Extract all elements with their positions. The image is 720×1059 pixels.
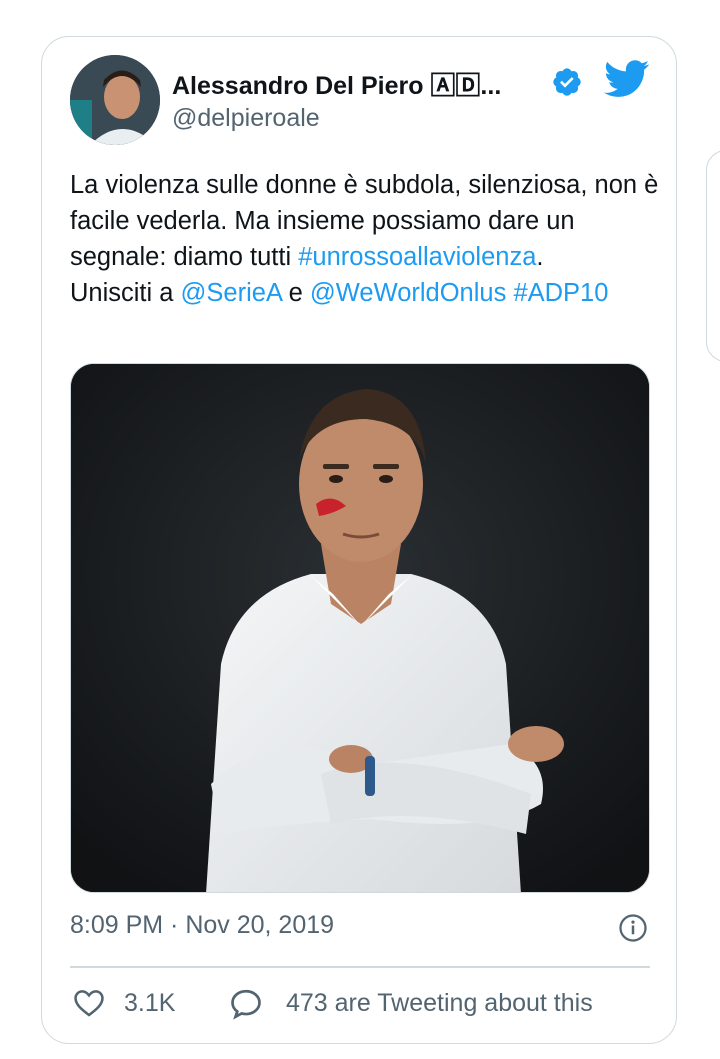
mention-link[interactable]: @SerieA <box>181 279 282 307</box>
like-count[interactable]: 3.1K <box>124 989 175 1018</box>
tweeting-count[interactable]: 473 are Tweeting about this <box>286 989 593 1018</box>
heart-icon[interactable] <box>72 986 106 1020</box>
avatar[interactable] <box>70 55 160 145</box>
author-name[interactable]: Alessandro Del Piero 🄰🄳... <box>172 66 501 102</box>
tweet-text-prefix: Unisciti a <box>70 279 181 307</box>
mention-link[interactable]: @WeWorldOnlus <box>310 279 506 307</box>
adjacent-card-edge <box>706 150 720 362</box>
tweet-text: La violenza sulle donne è subdola, silen… <box>70 167 660 311</box>
twitter-bird-icon[interactable] <box>604 60 650 98</box>
divider <box>70 966 650 968</box>
tweet-text-and: e <box>281 279 310 307</box>
verified-badge-icon <box>553 68 581 96</box>
hashtag-link[interactable]: #ADP10 <box>513 279 608 307</box>
tweet-photo[interactable] <box>70 363 650 893</box>
tweet-text-period: . <box>536 243 544 271</box>
info-icon[interactable] <box>618 913 648 943</box>
speech-bubble-icon[interactable] <box>228 986 264 1022</box>
tweet-timestamp[interactable]: 8:09 PM · Nov 20, 2019 <box>70 911 334 940</box>
author-handle[interactable]: @delpieroale <box>172 104 320 133</box>
hashtag-link[interactable]: #unrossoallaviolenza <box>298 243 536 271</box>
